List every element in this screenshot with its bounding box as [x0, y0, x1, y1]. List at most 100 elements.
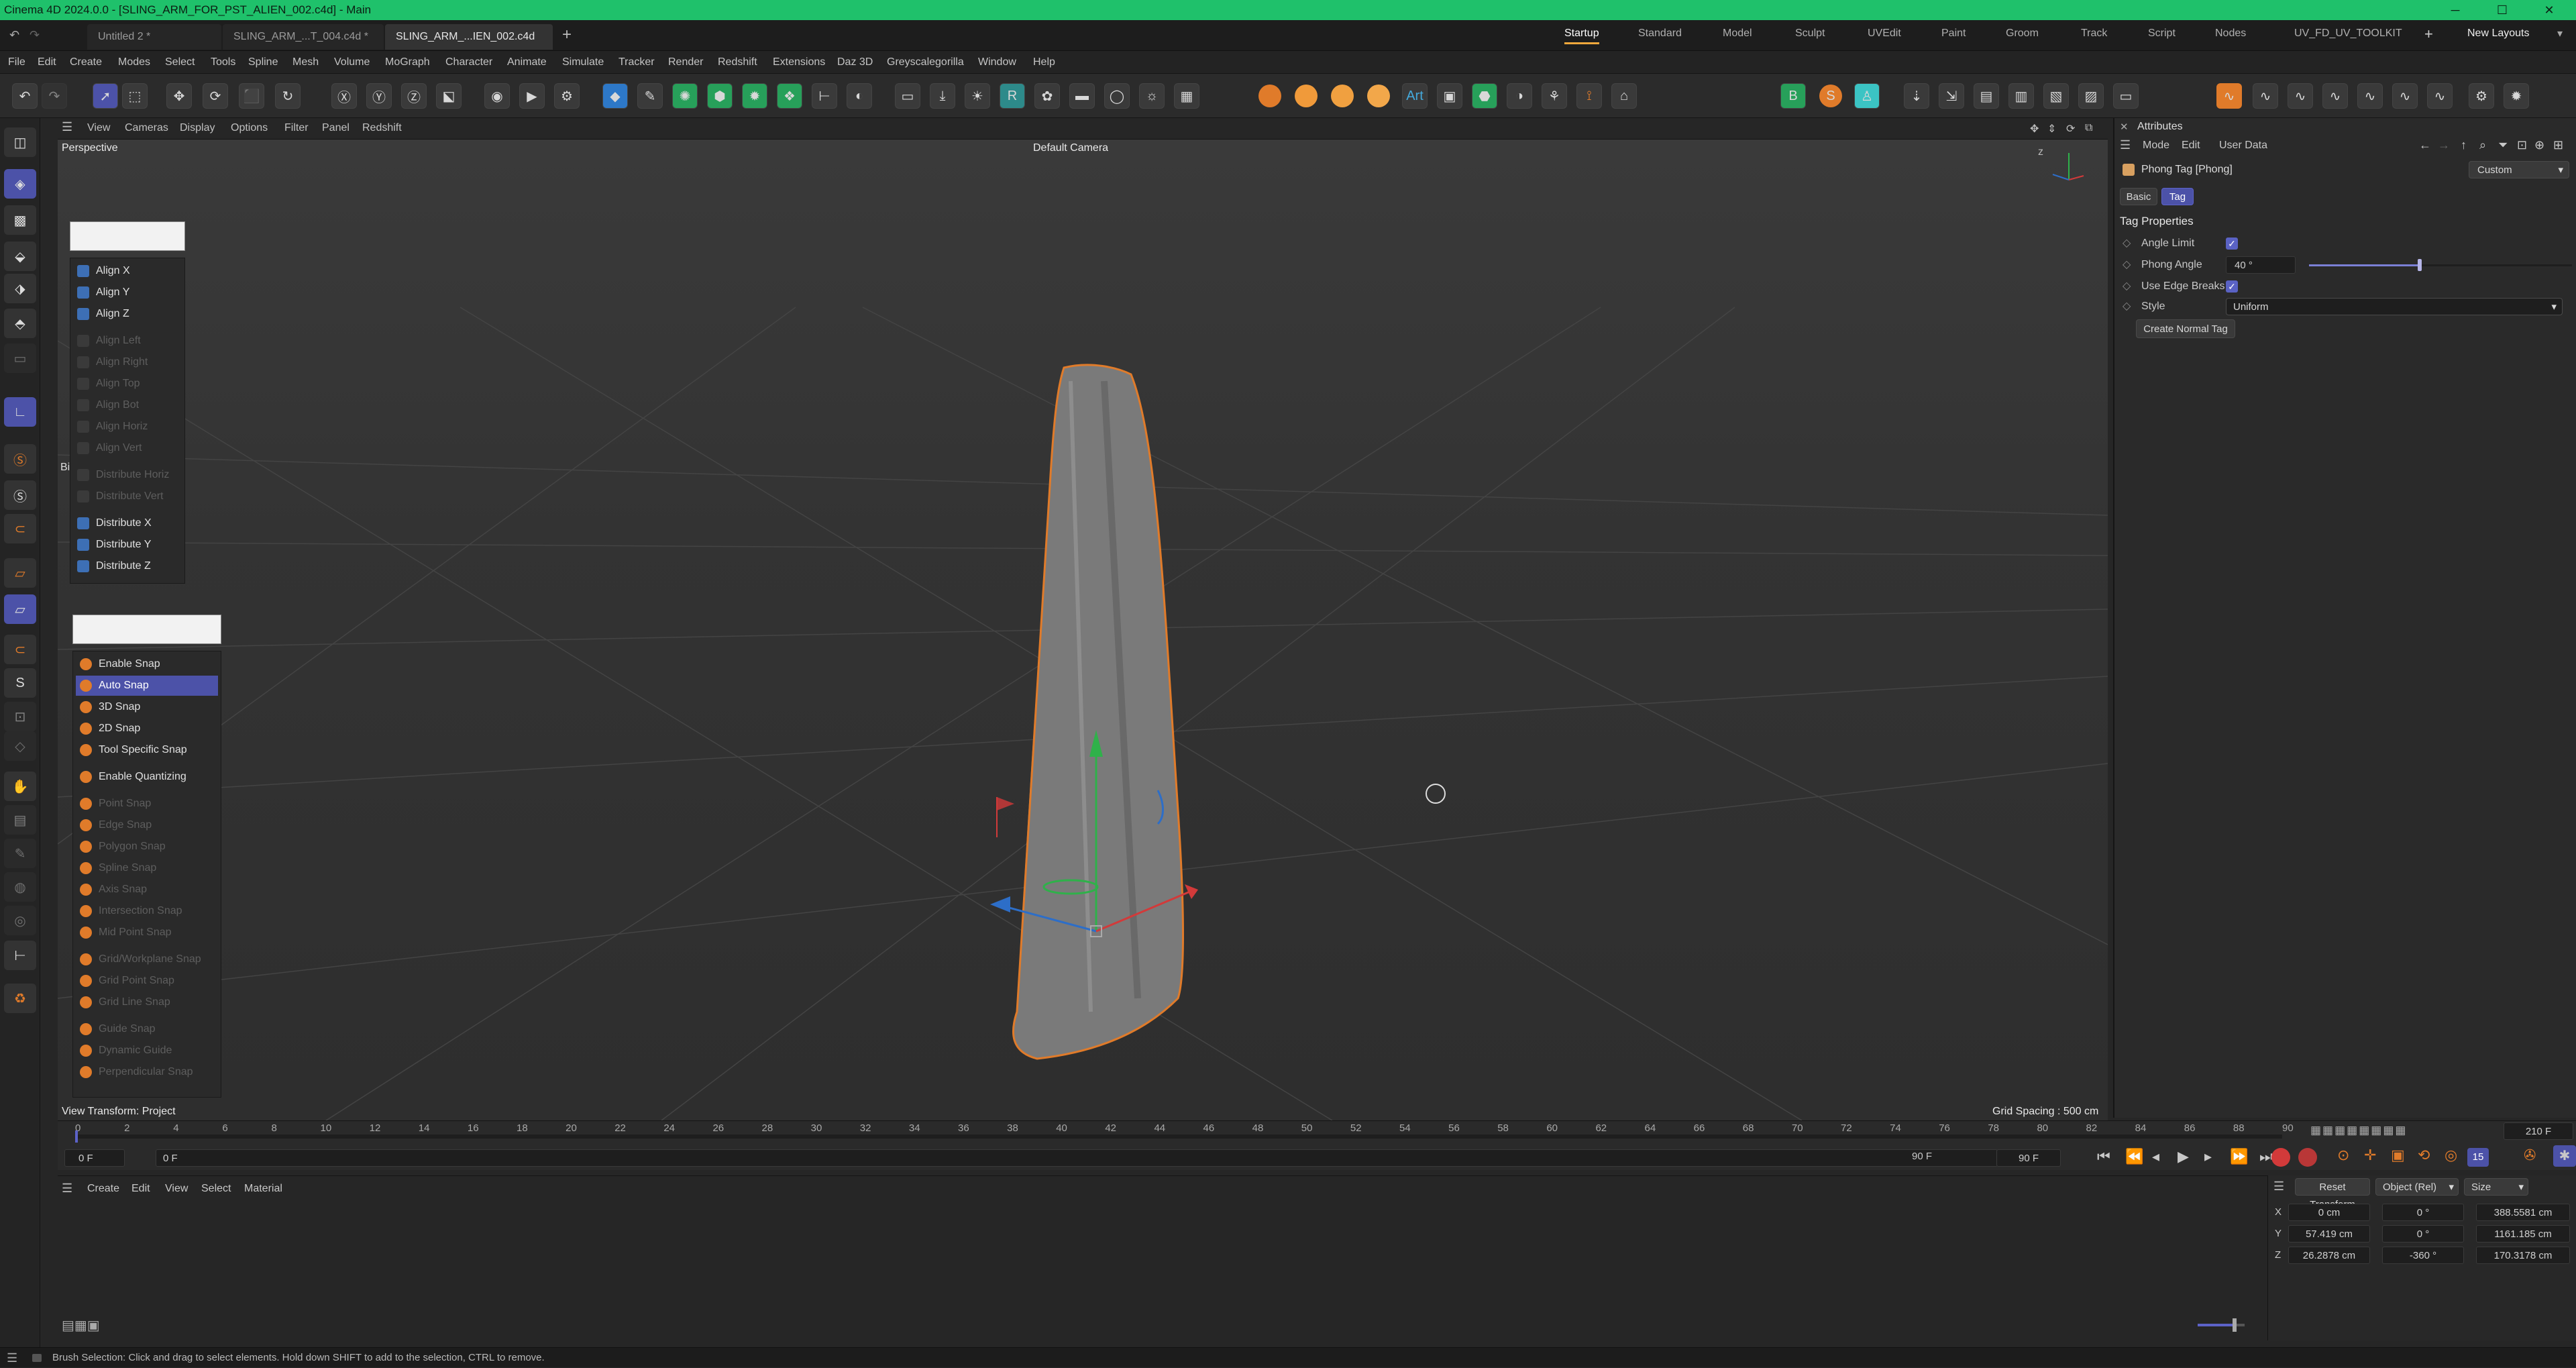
snap-item-grid-point-snap[interactable]: Grid Point Snap	[76, 971, 218, 991]
render-settings-icon[interactable]: ⚙	[554, 83, 580, 109]
wave-1-icon[interactable]: ∿	[2253, 83, 2278, 109]
box-select-icon[interactable]: ⬚	[122, 83, 148, 109]
viewport-menu-panel[interactable]: Panel	[322, 122, 350, 134]
save-icon[interactable]: ▤	[1974, 83, 1999, 109]
preview-range-start-field[interactable]: 0 F	[156, 1149, 1998, 1167]
y-axis-lock-icon[interactable]: Ⓨ	[366, 83, 392, 109]
light-icon[interactable]: ☀	[965, 83, 990, 109]
snap-item-3d-snap[interactable]: 3D Snap	[76, 697, 218, 717]
subdivision-icon[interactable]: ✺	[672, 83, 698, 109]
current-frame-field[interactable]: 0 F	[64, 1149, 125, 1167]
viewport-menu-filter[interactable]: Filter	[284, 122, 309, 134]
size-x-field[interactable]: 388.5581 cm	[2476, 1204, 2570, 1221]
layout-groom[interactable]: Groom	[2006, 28, 2039, 40]
align-item-distribute-y[interactable]: Distribute Y	[73, 535, 182, 555]
viewport-move-icon[interactable]: ✥	[2030, 122, 2039, 136]
coords-hamburger-icon[interactable]: ☰	[2273, 1179, 2284, 1194]
import-icon[interactable]: ▨	[2078, 83, 2104, 109]
recent-tool-icon[interactable]: ↻	[275, 83, 301, 109]
snap-item-point-snap[interactable]: Point Snap	[76, 794, 218, 814]
signal-icon[interactable]: ⟟	[1576, 83, 1602, 109]
view-mode-icons[interactable]: ▤▦▣	[62, 1317, 100, 1334]
snap-item-mid-point-snap[interactable]: Mid Point Snap	[76, 923, 218, 943]
viewport-camera-label[interactable]: Default Camera	[1033, 142, 1108, 154]
angle-limit-checkbox[interactable]: ✓	[2226, 238, 2238, 250]
use-edge-breaks-checkbox[interactable]: ✓	[2226, 280, 2238, 293]
new-panel-icon[interactable]: ⊕	[2534, 138, 2544, 152]
s-plugin-icon[interactable]: S	[1819, 85, 1842, 107]
magic-icon[interactable]: ◎	[4, 906, 36, 935]
key-param-icon[interactable]: ◎	[2445, 1147, 2457, 1164]
export-icon[interactable]: ▧	[2043, 83, 2069, 109]
search-icon[interactable]: ⌕	[2479, 138, 2486, 152]
workplane-icon[interactable]: ∟	[4, 397, 36, 427]
align-item-align-right[interactable]: Align Right	[73, 352, 182, 372]
next-frame-icon[interactable]: ▸	[2204, 1148, 2212, 1165]
monitor-icon[interactable]: ▭	[2113, 83, 2139, 109]
material-menu-edit[interactable]: Edit	[131, 1183, 150, 1195]
layouts-chevron-down-icon[interactable]: ▾	[2557, 27, 2563, 40]
edges-mode-icon[interactable]: ⬗	[4, 274, 36, 303]
phong-angle-slider-track[interactable]	[2309, 259, 2572, 271]
cloner-icon[interactable]: ✹	[742, 83, 767, 109]
select-tool-icon[interactable]: ➚	[93, 83, 118, 109]
expand-icon[interactable]: ⊞	[2553, 138, 2563, 152]
go-to-end-icon[interactable]: ⏭	[2259, 1148, 2273, 1165]
magnet-icon[interactable]: ⊂	[4, 514, 36, 543]
mograph-icon[interactable]: ❖	[777, 83, 802, 109]
keyframe-diamond-icon[interactable]: ◇	[2123, 276, 2131, 297]
menu-tools[interactable]: Tools	[211, 56, 235, 68]
attributes-menu-edit[interactable]: Edit	[2182, 140, 2200, 152]
align-item-align-top[interactable]: Align Top	[73, 374, 182, 394]
settings-gear-icon[interactable]: ⚙	[2469, 83, 2494, 109]
undo-button-icon[interactable]: ↶	[12, 83, 38, 109]
render-view-icon[interactable]: ▶	[519, 83, 545, 109]
s-snap-2-icon[interactable]: Ⓢ	[4, 480, 36, 510]
rotation-p-field[interactable]: 0 °	[2382, 1225, 2464, 1243]
menu-create[interactable]: Create	[70, 56, 102, 68]
paint-selection-icon[interactable]: ◇	[4, 731, 36, 761]
menu-extensions[interactable]: Extensions	[773, 56, 825, 68]
snap-item-enable-quantizing[interactable]: Enable Quantizing	[76, 767, 218, 787]
tab-untitled-2[interactable]: Untitled 2 *	[87, 24, 221, 50]
close-icon[interactable]: ✕	[2529, 0, 2569, 20]
layout-nodes[interactable]: Nodes	[2215, 28, 2246, 40]
menu-spline[interactable]: Spline	[248, 56, 278, 68]
snap-palette-handle[interactable]	[72, 615, 221, 644]
menu-modes[interactable]: Modes	[118, 56, 150, 68]
model-mode-icon[interactable]: ◈	[4, 169, 36, 199]
soft-selection-icon[interactable]: ⊂	[4, 635, 36, 664]
menu-window[interactable]: Window	[978, 56, 1016, 68]
auto-key-icon[interactable]	[2298, 1148, 2317, 1167]
circle-icon[interactable]: ◯	[1104, 83, 1130, 109]
save-incremental-icon[interactable]: ▥	[2008, 83, 2034, 109]
layout-track[interactable]: Track	[2081, 28, 2107, 40]
viewport-menu-options[interactable]: Options	[231, 122, 268, 134]
field-icon[interactable]: ◐	[847, 83, 872, 109]
previous-key-icon[interactable]: ⏪	[2125, 1148, 2143, 1165]
figure-icon[interactable]: ♙	[1854, 83, 1880, 109]
snap-item-edge-snap[interactable]: Edge Snap	[76, 815, 218, 835]
menu-tracker[interactable]: Tracker	[619, 56, 655, 68]
floor-icon[interactable]: ▭	[895, 83, 920, 109]
greyscalegorilla-icon[interactable]: ⬣	[1472, 83, 1497, 109]
snap-item-intersection-snap[interactable]: Intersection Snap	[76, 901, 218, 921]
uv-tool-icon[interactable]: ⇲	[1939, 83, 1964, 109]
rotation-h-field[interactable]: 0 °	[2382, 1204, 2464, 1221]
material-sphere-4-icon[interactable]	[1367, 85, 1390, 107]
new-tab-plus-icon[interactable]: +	[562, 25, 572, 44]
material-menu-view[interactable]: View	[165, 1183, 188, 1195]
viewport-menu-redshift[interactable]: Redshift	[362, 122, 402, 134]
lock-attributes-icon[interactable]: ⊡	[2517, 138, 2527, 152]
paint-icon[interactable]: ⌂	[1611, 83, 1637, 109]
add-layout-plus-icon[interactable]: +	[2424, 25, 2433, 43]
rotate-tool-icon[interactable]: ⟳	[203, 83, 228, 109]
lock-icon[interactable]: ⊡	[4, 702, 36, 731]
material-hamburger-icon[interactable]: ☰	[62, 1181, 72, 1196]
create-normal-tag-button[interactable]: Create Normal Tag	[2136, 319, 2235, 338]
preset-dropdown[interactable]: Custom ▾	[2469, 161, 2569, 178]
material-zoom-slider-handle[interactable]	[2233, 1318, 2237, 1332]
x-axis-lock-icon[interactable]: Ⓧ	[331, 83, 357, 109]
viewport-dolly-icon[interactable]: ⇕	[2047, 122, 2056, 136]
redshift-light-icon[interactable]: ✿	[1034, 83, 1060, 109]
